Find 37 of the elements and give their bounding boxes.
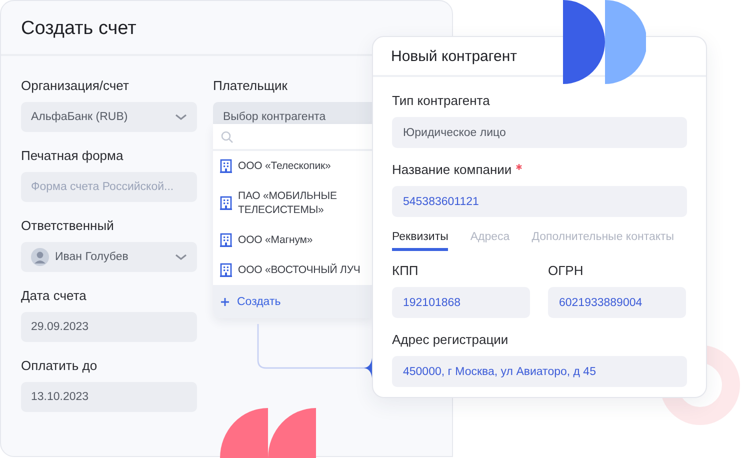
field-label: Ответственный <box>21 218 114 234</box>
select-field[interactable]: АльфаБанк (RUB) <box>21 102 197 132</box>
field-label: ОГРН <box>548 263 584 279</box>
input-field[interactable]: 450000, г Москва, ул Авиаторо, д 45 <box>392 356 687 387</box>
field-label: Оплатить до <box>21 358 98 374</box>
field-label: Плательщик <box>213 78 288 94</box>
company-name[interactable]: ПАО «МОБИЛЬНЫЕ ТЕЛЕСИСТЕМЫ» <box>238 189 355 217</box>
field-label: КПП <box>392 263 418 279</box>
field-label: Название компании <box>392 162 512 178</box>
input-field[interactable]: 192101868 <box>392 287 530 318</box>
card-title: Новый контрагент <box>391 48 518 65</box>
building-icon <box>220 263 232 277</box>
field-label: Дата счета <box>21 288 86 304</box>
search-icon <box>221 130 233 142</box>
input-field[interactable]: 6021933889004 <box>548 287 686 318</box>
field-label: Адрес регистрации <box>392 332 508 348</box>
building-icon <box>220 159 232 173</box>
field-label: Организация/счет <box>21 78 129 94</box>
tab[interactable]: Реквизиты <box>392 231 448 251</box>
building-icon <box>220 233 232 247</box>
avatar-icon <box>31 248 49 266</box>
chevron-down-icon <box>175 113 187 121</box>
input-field[interactable]: 13.10.2023 <box>21 382 197 412</box>
field-label: Тип контрагента <box>392 93 490 109</box>
building-icon <box>220 196 232 210</box>
chevron-down-icon <box>175 253 187 261</box>
company-name[interactable]: ООО «Магнум» <box>238 233 313 247</box>
company-name[interactable]: ООО «ВОСТОЧНЫЙ ЛУЧ <box>238 263 360 277</box>
select-field[interactable]: Иван Голубев <box>21 242 197 272</box>
field-label: Печатная форма <box>21 148 124 164</box>
input-field[interactable]: 29.09.2023 <box>21 312 197 342</box>
company-name[interactable]: ООО «Телескопик» <box>238 159 331 173</box>
plus-icon <box>221 298 229 306</box>
input-field[interactable]: Юридическое лицо <box>392 117 687 148</box>
input-field[interactable]: 545383601121 <box>392 186 687 217</box>
create-button[interactable]: Создать <box>213 285 373 318</box>
form-title: Создать счет <box>21 18 136 40</box>
